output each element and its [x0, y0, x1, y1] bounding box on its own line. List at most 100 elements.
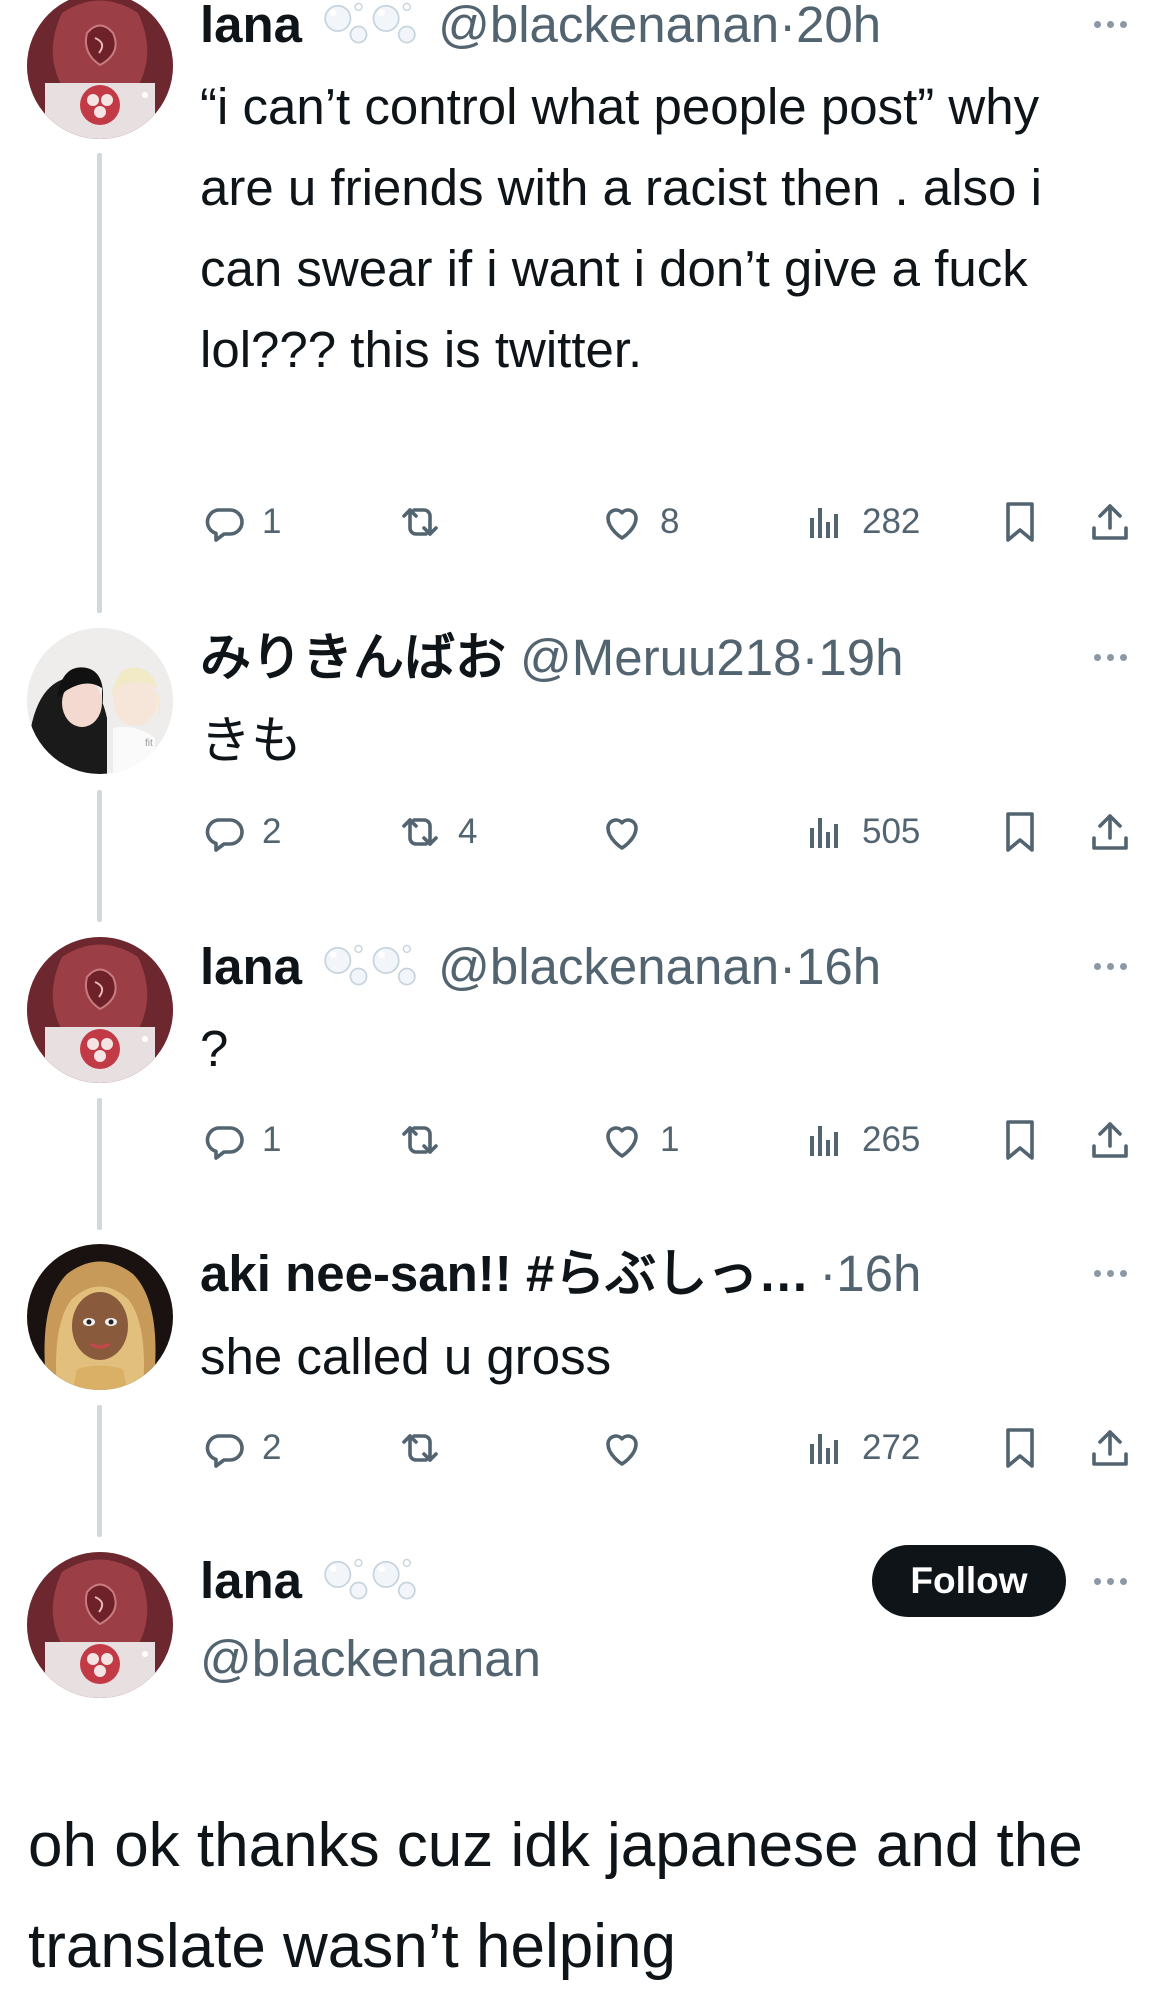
bookmark-button[interactable] — [996, 492, 1044, 552]
tweet-text: ? — [200, 1020, 229, 1077]
reply-count: 2 — [262, 1428, 282, 1467]
retweet-button[interactable] — [396, 1110, 458, 1170]
thread-line — [97, 153, 102, 613]
heart-icon — [606, 818, 638, 850]
separator-dot: · — [801, 629, 819, 686]
more-options-icon[interactable] — [1080, 1253, 1140, 1293]
view-count: 282 — [862, 502, 921, 541]
bookmark-button[interactable] — [996, 1110, 1044, 1170]
retweet-count: 4 — [458, 812, 478, 851]
avatar-image — [27, 1244, 173, 1390]
display-name[interactable]: みりきんばお — [200, 629, 506, 686]
thread-line — [97, 1405, 102, 1537]
timestamp[interactable]: 20h — [796, 0, 881, 53]
views-chart-icon — [810, 818, 838, 848]
handle[interactable]: @blackenanan — [438, 938, 779, 995]
reply-button[interactable]: 2 — [200, 802, 281, 862]
views-chart-icon — [810, 508, 838, 538]
retweet-button[interactable] — [396, 492, 458, 552]
bookmark-icon — [1006, 1120, 1034, 1160]
timestamp[interactable]: 16h — [796, 938, 881, 995]
share-icon — [1092, 814, 1128, 850]
tweet-header: lana — [200, 1546, 840, 1616]
tweet-header: aki nee-san!! #らぶしっ… ·16h — [200, 1239, 1050, 1309]
like-button[interactable] — [598, 802, 660, 862]
thread-line — [97, 1098, 102, 1230]
like-count: 1 — [660, 1120, 680, 1159]
retweet-icon — [402, 508, 438, 536]
avatar-image: fit — [27, 628, 173, 774]
reply-icon — [205, 1434, 244, 1468]
tweet-header: みりきんばお @Meruu218·19h — [200, 623, 1040, 693]
bookmark-button[interactable] — [996, 802, 1044, 862]
share-button[interactable] — [1086, 1110, 1134, 1170]
thread-line — [97, 790, 102, 922]
avatar[interactable] — [27, 0, 173, 139]
views-button[interactable]: 265 — [800, 1110, 920, 1170]
handle[interactable]: @Meruu218 — [520, 629, 801, 686]
views-button[interactable]: 505 — [800, 802, 920, 862]
reply-count: 1 — [262, 1120, 282, 1159]
bookmark-button[interactable] — [996, 1418, 1044, 1478]
avatar[interactable]: fit — [27, 628, 173, 774]
view-count: 265 — [862, 1120, 921, 1159]
more-options-icon[interactable] — [1080, 946, 1140, 986]
like-button[interactable] — [598, 1418, 660, 1478]
tweet-header: lana @blackenanan·20h — [200, 0, 1040, 60]
separator-dot: · — [819, 1245, 837, 1302]
handle[interactable]: @blackenanan — [438, 0, 779, 53]
action-bar: 1 8 282 — [200, 492, 1170, 552]
avatar[interactable] — [27, 937, 173, 1083]
handle[interactable]: @blackenanan — [200, 1630, 541, 1687]
tweet-text: きも — [200, 712, 303, 769]
svg-text:fit: fit — [145, 738, 153, 749]
share-icon — [1092, 1122, 1128, 1158]
avatar[interactable] — [27, 1552, 173, 1698]
share-icon — [1092, 504, 1128, 540]
views-button[interactable]: 272 — [800, 1418, 920, 1478]
tweet-text: oh ok thanks cuz idk japanese and the tr… — [28, 1811, 1100, 1981]
retweet-button[interactable]: 4 — [396, 802, 477, 862]
separator-dot: · — [779, 0, 797, 53]
bookmark-icon — [1006, 812, 1034, 852]
share-button[interactable] — [1086, 492, 1134, 552]
more-options-icon[interactable] — [1080, 1561, 1140, 1601]
display-name[interactable]: lana — [200, 938, 302, 995]
reply-icon — [205, 818, 244, 852]
timestamp[interactable]: 16h — [836, 1245, 921, 1302]
heart-icon — [606, 1126, 638, 1158]
views-chart-icon — [810, 1434, 838, 1464]
views-chart-icon — [810, 1126, 838, 1156]
avatar-image — [27, 0, 173, 139]
views-button[interactable]: 282 — [800, 492, 920, 552]
separator-dot: · — [779, 938, 797, 995]
action-bar: 2 4 505 — [200, 802, 1170, 862]
reply-button[interactable]: 1 — [200, 1110, 281, 1170]
reply-button[interactable]: 1 — [200, 492, 281, 552]
avatar[interactable] — [27, 1244, 173, 1390]
display-name[interactable]: lana — [200, 1552, 302, 1609]
bubbles-emoji-icon — [310, 0, 430, 60]
like-button[interactable]: 8 — [598, 492, 679, 552]
heart-icon — [606, 508, 638, 540]
bookmark-icon — [1006, 1428, 1034, 1468]
more-options-icon[interactable] — [1080, 637, 1140, 677]
like-button[interactable]: 1 — [598, 1110, 679, 1170]
heart-icon — [606, 1434, 638, 1466]
retweet-button[interactable] — [396, 1418, 458, 1478]
share-button[interactable] — [1086, 802, 1134, 862]
follow-button[interactable]: Follow — [872, 1545, 1066, 1617]
retweet-icon — [402, 1434, 438, 1462]
bookmark-icon — [1006, 502, 1034, 542]
reply-count: 1 — [262, 502, 282, 541]
tweet-text: she called u gross — [200, 1328, 612, 1385]
like-count: 8 — [660, 502, 680, 541]
more-options-icon[interactable] — [1080, 4, 1140, 44]
reply-button[interactable]: 2 — [200, 1418, 281, 1478]
reply-count: 2 — [262, 812, 282, 851]
timestamp[interactable]: 19h — [818, 629, 903, 686]
reply-icon — [205, 508, 244, 542]
display-name[interactable]: lana — [200, 0, 302, 53]
share-button[interactable] — [1086, 1418, 1134, 1478]
display-name[interactable]: aki nee-san!! #らぶしっ… — [200, 1245, 809, 1302]
